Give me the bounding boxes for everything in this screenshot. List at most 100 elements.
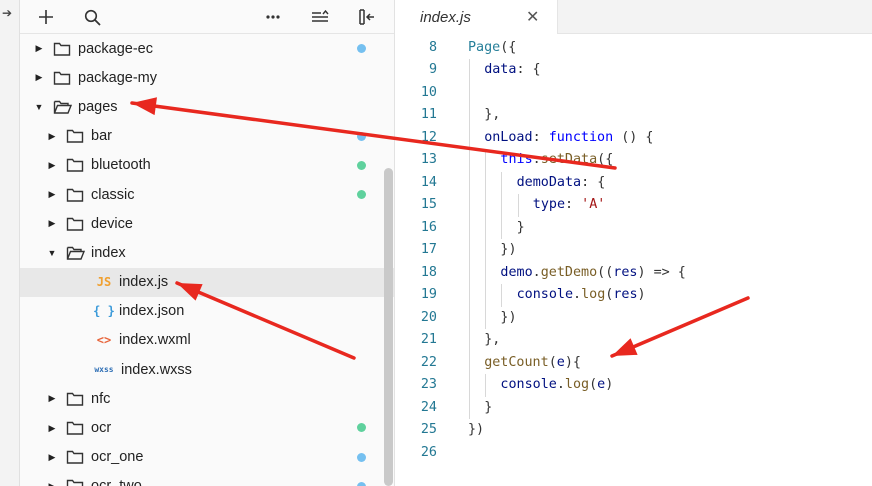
explorer-scrollbar[interactable] [384, 168, 393, 486]
activity-strip: ➔ [0, 0, 20, 486]
folder-item[interactable]: ▶ ocr [20, 413, 394, 442]
code-text: }) [468, 419, 484, 442]
indent-guide [485, 306, 487, 329]
code-text: type: 'A' [533, 194, 606, 217]
code-line: 23 console.log(e) [395, 374, 872, 397]
tree-item-label: package-my [78, 69, 157, 86]
code-line: 21}, [395, 329, 872, 352]
code-line: 11}, [395, 104, 872, 127]
indent-guide [469, 81, 470, 104]
indent-guide [469, 261, 470, 284]
explorer-toolbar [20, 0, 394, 34]
line-number: 9 [428, 62, 437, 77]
caret-right-icon[interactable]: ▶ [33, 43, 45, 54]
code-token: console [516, 287, 574, 302]
line-number: 23 [420, 377, 437, 392]
line-number: 10 [420, 84, 437, 100]
caret-right-icon[interactable]: ▶ [46, 131, 58, 142]
tree-item-label: index.js [119, 274, 169, 291]
caret-right-icon[interactable]: ▶ [33, 72, 45, 83]
tree-item-label: ocr_two [91, 478, 142, 486]
code-token: . [532, 264, 541, 280]
folder-item[interactable]: ▶ ocr_one [20, 443, 394, 472]
folder-item[interactable]: ▼ index [20, 238, 394, 267]
code-text: }) [500, 307, 516, 330]
line-number: 11 [420, 107, 437, 122]
caret-down-icon[interactable]: ▼ [46, 248, 58, 258]
code-token: data [484, 62, 517, 77]
status-dot [357, 481, 366, 486]
caret-right-icon[interactable]: ▶ [46, 160, 58, 171]
tree-item-label: nfc [91, 390, 111, 407]
code-text: getCount(e){ [484, 352, 581, 375]
code-token: this [500, 152, 533, 167]
caret-right-icon[interactable]: ▶ [46, 452, 58, 463]
folder-icon [66, 216, 84, 232]
tree-item-label: ocr_one [91, 449, 144, 466]
caret-down-icon[interactable]: ▼ [33, 102, 45, 112]
folder-item[interactable]: ▶ classic [20, 180, 394, 209]
code-text: console.log(res) [517, 284, 646, 307]
code-text: this.setData({ [500, 149, 613, 172]
collapse-icon[interactable] [307, 4, 333, 30]
code-line: 9 data: { [395, 59, 872, 82]
code-token: getDemo [540, 264, 598, 280]
indent-guide [469, 396, 470, 419]
code-text: }) [500, 239, 516, 262]
status-dot [357, 423, 366, 433]
file-tree: ▶ package-ec ▶ package-my ▼ pages ▶ bar ▶ bluetoo… [20, 34, 394, 486]
folder-item[interactable]: ▶ package-ec [20, 34, 394, 63]
folder-item[interactable]: ▶ nfc [20, 384, 394, 413]
file-item[interactable]: { } index.json [20, 297, 394, 326]
code-token: : [565, 197, 582, 212]
indent-guide [485, 171, 487, 194]
line-number: 25 [420, 422, 437, 437]
folder-item[interactable]: ▶ device [20, 209, 394, 238]
line-number: 20 [420, 309, 437, 325]
line-number: 13 [420, 152, 437, 167]
caret-right-icon[interactable]: ▶ [46, 189, 58, 200]
expand-arrow-icon[interactable]: ➔ [2, 6, 12, 20]
indent-guide [501, 284, 503, 307]
split-icon[interactable] [354, 4, 380, 30]
caret-right-icon[interactable]: ▶ [46, 393, 58, 404]
plus-icon[interactable] [33, 4, 59, 30]
code-token: onLoad [484, 129, 533, 145]
line-number: 17 [420, 242, 437, 257]
code-token: : { [581, 174, 606, 190]
code-token: . [573, 287, 582, 302]
folder-item[interactable]: ▶ bluetooth [20, 151, 394, 180]
folder-item[interactable]: ▶ ocr_two [20, 472, 394, 486]
code-token: ( [548, 354, 557, 370]
status-dot [357, 131, 366, 141]
tab-label: index.js [420, 8, 471, 26]
close-icon[interactable]: ✕ [526, 7, 539, 27]
caret-right-icon[interactable]: ▶ [46, 218, 58, 229]
ellipsis-icon[interactable] [260, 4, 286, 30]
line-number: 22 [420, 354, 437, 370]
tab-index-js[interactable]: index.js ✕ [395, 0, 558, 34]
code-token: function [548, 129, 614, 145]
file-item[interactable]: JS index.js [20, 267, 394, 297]
indent-guide [469, 104, 470, 127]
line-number: 15 [420, 197, 437, 212]
code-token: : { [516, 62, 541, 77]
code-token: demoData [516, 174, 582, 190]
folder-item[interactable]: ▶ bar [20, 122, 394, 151]
code-token: }) [468, 422, 485, 437]
search-icon[interactable] [79, 4, 105, 30]
file-item[interactable]: <> index.wxml [20, 326, 394, 355]
code-token: (( [597, 264, 614, 280]
folder-item[interactable]: ▶ package-my [20, 63, 394, 92]
file-item[interactable]: wxss index.wxss [20, 355, 394, 384]
caret-right-icon[interactable]: ▶ [46, 423, 58, 434]
folder-open-icon [66, 245, 85, 261]
code-line: 14 demoData: { [395, 172, 872, 195]
folder-item[interactable]: ▼ pages [20, 92, 394, 121]
code-token: e [597, 377, 606, 392]
tree-item-label: pages [78, 98, 118, 115]
code-token: } [516, 219, 525, 235]
code-editor[interactable]: 8 Page({9 data: {10 11}, 12 onLoad: function … [395, 34, 872, 486]
file-type-icon: JS [96, 275, 112, 290]
caret-right-icon[interactable]: ▶ [46, 481, 58, 486]
